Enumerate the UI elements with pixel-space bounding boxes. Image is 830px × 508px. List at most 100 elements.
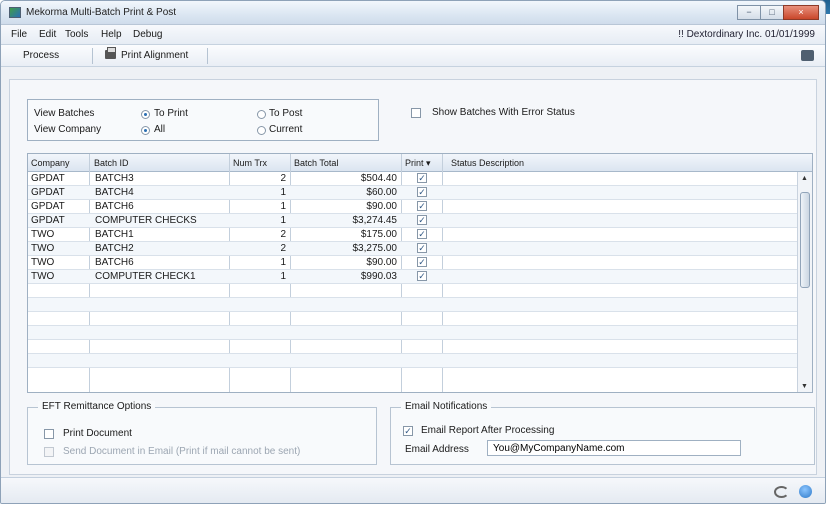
grid-vertical-scrollbar[interactable]: ▲ ▼ (797, 172, 812, 392)
print-checkbox[interactable]: ✓ (417, 215, 427, 225)
table-row[interactable]: TWO BATCH2 2 $3,275.00 ✓ (28, 242, 798, 256)
close-button[interactable]: × (783, 5, 819, 20)
to-print-label[interactable]: To Print (154, 108, 188, 119)
all-label[interactable]: All (154, 124, 165, 135)
email-report-label[interactable]: Email Report After Processing (421, 425, 554, 436)
email-notifications-title: Email Notifications (401, 401, 492, 412)
window-title: Mekorma Multi-Batch Print & Post (26, 7, 177, 18)
show-errors-label[interactable]: Show Batches With Error Status (432, 107, 575, 118)
print-checkbox[interactable]: ✓ (417, 201, 427, 211)
scroll-up-arrow[interactable]: ▲ (801, 175, 808, 182)
col-status-header[interactable]: Status Description (451, 158, 524, 168)
col-num-trx-header[interactable]: Num Trx (233, 158, 267, 168)
company-marker: !! (678, 29, 684, 40)
minimize-button[interactable]: − (737, 5, 761, 20)
table-row[interactable]: GPDAT BATCH6 1 $90.00 ✓ (28, 200, 798, 214)
print-checkbox[interactable]: ✓ (417, 271, 427, 281)
batch-total-cell: $3,274.45 (352, 215, 398, 226)
num-trx-cell: 1 (280, 271, 286, 282)
scroll-thumb[interactable] (800, 192, 810, 288)
show-errors-checkbox[interactable] (411, 108, 421, 118)
menu-file[interactable]: File (11, 29, 27, 40)
company-date[interactable]: !! Dextordinary Inc. 01/01/1999 (678, 29, 815, 40)
batch-id-cell: COMPUTER CHECK1 (95, 271, 196, 282)
empty-table-row[interactable] (28, 298, 798, 312)
print-post-window: Mekorma Multi-Batch Print & Post − □ × F… (0, 0, 826, 504)
batch-id-cell: BATCH4 (95, 187, 134, 198)
toolbar-separator (207, 48, 208, 64)
num-trx-cell: 1 (280, 187, 286, 198)
num-trx-cell: 1 (280, 215, 286, 226)
empty-table-row[interactable] (28, 326, 798, 340)
app-icon (9, 7, 21, 18)
menu-edit[interactable]: Edit (39, 29, 56, 40)
batch-total-cell: $3,275.00 (352, 243, 398, 254)
table-row[interactable]: TWO COMPUTER CHECK1 1 $990.03 ✓ (28, 270, 798, 284)
window-controls: − □ × (737, 5, 819, 20)
batch-id-cell: BATCH6 (95, 257, 134, 268)
email-report-checkbox[interactable]: ✓ (403, 426, 413, 436)
batch-id-cell: BATCH3 (95, 173, 134, 184)
to-post-radio[interactable] (257, 110, 266, 119)
table-row[interactable]: TWO BATCH1 2 $175.00 ✓ (28, 228, 798, 242)
help-icon[interactable] (799, 485, 812, 498)
grid-header: Company Batch ID Num Trx Batch Total Pri… (28, 154, 812, 172)
col-print-label: Print (405, 158, 424, 168)
print-alignment-button[interactable]: Print Alignment (105, 47, 188, 61)
print-checkbox[interactable]: ✓ (417, 173, 427, 183)
col-company-header[interactable]: Company (31, 158, 70, 168)
print-checkbox[interactable]: ✓ (417, 243, 427, 253)
toolbar-separator (92, 48, 93, 64)
current-label[interactable]: Current (269, 124, 302, 135)
table-row[interactable]: GPDAT BATCH3 2 $504.40 ✓ (28, 172, 798, 186)
email-address-input[interactable] (487, 440, 741, 456)
print-checkbox[interactable]: ✓ (417, 187, 427, 197)
print-dropdown-icon: ▾ (426, 158, 431, 168)
print-setup-icon[interactable] (801, 50, 814, 61)
menu-debug[interactable]: Debug (133, 29, 162, 40)
col-batch-id-header[interactable]: Batch ID (94, 158, 129, 168)
company-cell: TWO (31, 229, 55, 240)
print-checkbox[interactable]: ✓ (417, 229, 427, 239)
send-email-checkbox (44, 447, 54, 457)
table-row[interactable]: GPDAT BATCH4 1 $60.00 ✓ (28, 186, 798, 200)
table-row[interactable]: GPDAT COMPUTER CHECKS 1 $3,274.45 ✓ (28, 214, 798, 228)
empty-table-row[interactable] (28, 354, 798, 368)
process-button[interactable]: Process (23, 50, 59, 61)
col-batch-total-header[interactable]: Batch Total (294, 158, 338, 168)
company-cell: GPDAT (31, 201, 65, 212)
num-trx-cell: 2 (280, 229, 286, 240)
empty-table-row[interactable] (28, 340, 798, 354)
print-document-label[interactable]: Print Document (63, 428, 132, 439)
print-document-checkbox[interactable] (44, 429, 54, 439)
col-print-header[interactable]: Print ▾ (405, 158, 431, 169)
empty-table-row[interactable] (28, 312, 798, 326)
maximize-button[interactable]: □ (760, 5, 784, 20)
toolbar: Process Print Alignment (1, 45, 825, 67)
company-cell: TWO (31, 271, 55, 282)
menu-tools[interactable]: Tools (65, 29, 88, 40)
batch-total-cell: $990.03 (360, 271, 397, 282)
all-radio[interactable] (141, 126, 150, 135)
menu-bar: File Edit Tools Help Debug !! Dextordina… (1, 25, 825, 45)
batch-total-cell: $90.00 (366, 201, 397, 212)
menu-help[interactable]: Help (101, 29, 122, 40)
batch-total-cell: $504.40 (360, 173, 397, 184)
printer-icon (105, 47, 116, 59)
view-batches-label: View Batches (34, 108, 95, 119)
to-print-radio[interactable] (141, 110, 150, 119)
num-trx-cell: 1 (280, 257, 286, 268)
print-checkbox[interactable]: ✓ (417, 257, 427, 267)
current-radio[interactable] (257, 126, 266, 135)
table-row[interactable]: TWO BATCH6 1 $90.00 ✓ (28, 256, 798, 270)
scroll-down-arrow[interactable]: ▼ (801, 383, 808, 390)
email-notifications-group: Email Notifications (390, 401, 815, 465)
batch-total-cell: $60.00 (366, 187, 397, 198)
to-post-label[interactable]: To Post (269, 108, 302, 119)
company-cell: GPDAT (31, 187, 65, 198)
empty-table-row[interactable] (28, 284, 798, 298)
refresh-icon[interactable] (774, 486, 789, 498)
eft-options-title: EFT Remittance Options (38, 401, 156, 412)
send-email-label: Send Document in Email (Print if mail ca… (63, 446, 301, 457)
batch-total-cell: $90.00 (366, 257, 397, 268)
